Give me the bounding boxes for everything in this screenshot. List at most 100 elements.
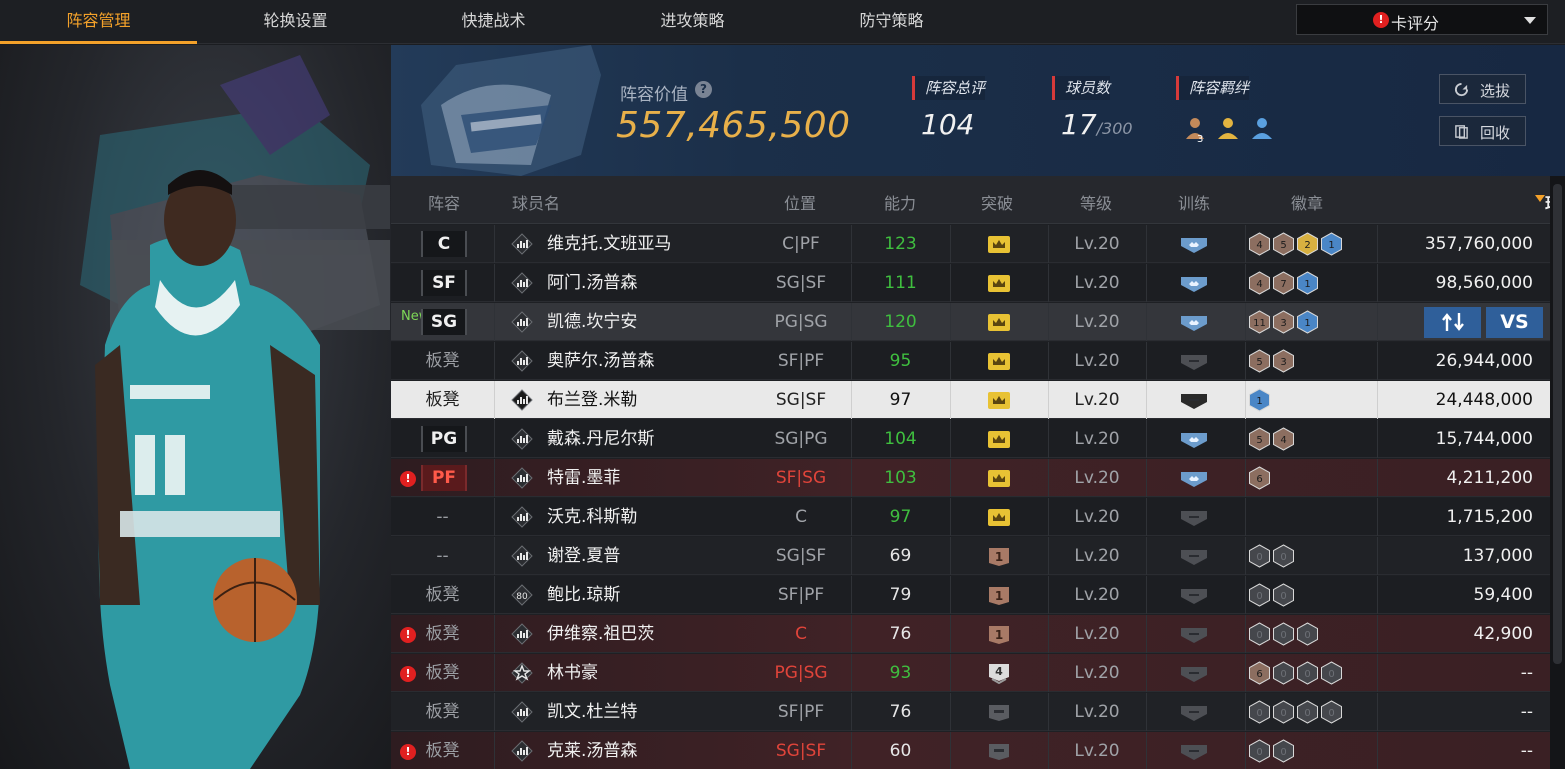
training-icon[interactable]: [1179, 312, 1209, 332]
col-position[interactable]: 位置: [784, 190, 816, 214]
lineup-slot[interactable]: 板凳: [391, 654, 494, 692]
player-name[interactable]: 阿门.汤普森: [547, 264, 637, 302]
table-row[interactable]: ! 板凳 林书豪 PG|SG 93 4 Lv.20 6 0 0 0 --: [391, 654, 1550, 692]
tab-rotation[interactable]: 轮换设置: [197, 0, 394, 44]
lineup-slot[interactable]: 板凳: [391, 615, 494, 653]
player-badge-icon[interactable]: 0: [1296, 661, 1319, 685]
player-name[interactable]: 谢登.夏普: [547, 537, 620, 575]
col-ability[interactable]: 能力: [884, 190, 916, 214]
training-icon[interactable]: [1179, 429, 1209, 449]
player-badge-icon[interactable]: 0: [1272, 622, 1295, 646]
player-name[interactable]: 凯德.坎宁安: [547, 303, 637, 341]
player-badge-icon[interactable]: 5: [1272, 232, 1295, 256]
scrollbar-thumb[interactable]: [1553, 184, 1562, 664]
player-badge-icon[interactable]: 5: [1248, 427, 1271, 451]
table-row[interactable]: 板凳 凯文.杜兰特 SF|PF 76 Lv.20 0 0 0 0 --: [391, 693, 1550, 731]
scrollbar[interactable]: [1550, 176, 1565, 769]
player-name[interactable]: 沃克.科斯勒: [547, 498, 637, 536]
player-badge-icon[interactable]: 0: [1272, 661, 1295, 685]
player-badge-icon[interactable]: 0: [1248, 544, 1271, 568]
table-row[interactable]: ! 板凳 克莱.汤普森 SG|SF 60 Lv.20 0 0 --: [391, 732, 1550, 769]
training-empty-icon[interactable]: [1179, 351, 1209, 371]
help-icon[interactable]: ?: [695, 81, 712, 98]
player-badge-icon[interactable]: 6: [1248, 661, 1271, 685]
player-badge-icon[interactable]: 1: [1320, 232, 1343, 256]
training-empty-icon[interactable]: [1179, 702, 1209, 722]
sort-dropdown[interactable]: ! 卡评分: [1296, 4, 1548, 35]
player-badge-icon[interactable]: 0: [1248, 700, 1271, 724]
col-training[interactable]: 训练: [1178, 190, 1210, 214]
player-name[interactable]: 戴森.丹尼尔斯: [547, 420, 654, 458]
player-name[interactable]: 鲍比.琼斯: [547, 576, 620, 614]
player-name[interactable]: 维克托.文班亚马: [547, 225, 671, 263]
col-breakthrough[interactable]: 突破: [981, 190, 1013, 214]
recycle-button[interactable]: 回收: [1439, 116, 1526, 146]
draft-button[interactable]: 选拔: [1439, 74, 1526, 104]
training-icon[interactable]: [1179, 234, 1209, 254]
table-row[interactable]: SF 阿门.汤普森 SG|SF 111 Lv.20 4 7 1 98,560,000: [391, 264, 1550, 302]
player-badge-icon[interactable]: 3: [1272, 310, 1295, 334]
tab-quick-tactics[interactable]: 快捷战术: [395, 0, 592, 44]
table-row[interactable]: 板凳 布兰登.米勒 SG|SF 97 Lv.20 1 24,448,000: [391, 381, 1550, 419]
player-badge-icon[interactable]: 0: [1272, 583, 1295, 607]
player-name[interactable]: 特雷.墨菲: [547, 459, 620, 497]
col-price[interactable]: 球员身价: [1453, 190, 1565, 214]
player-name[interactable]: 伊维察.祖巴茨: [547, 615, 654, 653]
player-badge-icon[interactable]: 0: [1296, 700, 1319, 724]
lineup-slot-badge[interactable]: SG: [421, 309, 467, 335]
player-badge-icon[interactable]: 7: [1272, 271, 1295, 295]
training-empty-icon[interactable]: [1179, 741, 1209, 761]
lineup-slot-badge[interactable]: PF: [421, 465, 467, 491]
col-name[interactable]: 球员名: [512, 190, 560, 214]
player-badge-icon[interactable]: 0: [1248, 739, 1271, 763]
tab-lineup[interactable]: 阵容管理: [0, 0, 197, 44]
player-badge-icon[interactable]: 0: [1272, 739, 1295, 763]
training-empty-icon[interactable]: [1179, 507, 1209, 527]
tab-offense[interactable]: 进攻策略: [594, 0, 791, 44]
training-empty-icon[interactable]: [1179, 546, 1209, 566]
player-badge-icon[interactable]: 6: [1248, 466, 1271, 490]
tab-defense[interactable]: 防守策略: [793, 0, 990, 44]
player-badge-icon[interactable]: 0: [1320, 700, 1343, 724]
player-badge-icon[interactable]: 0: [1296, 622, 1319, 646]
player-badge-icon[interactable]: 4: [1248, 232, 1271, 256]
col-level[interactable]: 等级: [1080, 190, 1112, 214]
player-name[interactable]: 布兰登.米勒: [547, 381, 637, 419]
table-row[interactable]: C 维克托.文班亚马 C|PF 123 Lv.20 4 5 2 1 357,760,00…: [391, 225, 1550, 263]
player-badge-icon[interactable]: 0: [1320, 661, 1343, 685]
player-badge-icon[interactable]: 0: [1272, 544, 1295, 568]
vs-compare-button[interactable]: VS: [1486, 307, 1543, 338]
table-row[interactable]: -- 谢登.夏普 SG|SF 69 1 Lv.20 0 0 137,000: [391, 537, 1550, 575]
swap-button[interactable]: [1424, 307, 1481, 338]
player-name[interactable]: 克莱.汤普森: [547, 732, 637, 769]
player-badge-icon[interactable]: 1: [1296, 310, 1319, 334]
lineup-slot-badge[interactable]: C: [421, 231, 467, 257]
player-badge-icon[interactable]: 1: [1248, 388, 1271, 412]
table-row[interactable]: 板凳 奥萨尔.汤普森 SF|PF 95 Lv.20 5 3 26,944,000: [391, 342, 1550, 380]
training-icon[interactable]: [1179, 273, 1209, 293]
player-badge-icon[interactable]: 2: [1296, 232, 1319, 256]
player-badge-icon[interactable]: 1: [1296, 271, 1319, 295]
player-badge-icon[interactable]: 4: [1272, 427, 1295, 451]
lineup-slot[interactable]: 板凳: [391, 381, 494, 419]
lineup-slot[interactable]: --: [391, 498, 494, 536]
col-badges[interactable]: 徽章: [1291, 190, 1323, 214]
lineup-slot[interactable]: 板凳: [391, 576, 494, 614]
player-name[interactable]: 林书豪: [547, 654, 598, 692]
training-empty-icon[interactable]: [1179, 624, 1209, 644]
table-row[interactable]: ! PF 特雷.墨菲 SF|SG 103 Lv.20 6 4,211,200: [391, 459, 1550, 497]
player-badge-icon[interactable]: 3: [1272, 349, 1295, 373]
lineup-slot-badge[interactable]: SF: [421, 270, 467, 296]
col-lineup[interactable]: 阵容: [428, 190, 460, 214]
player-badge-icon[interactable]: 0: [1248, 622, 1271, 646]
player-badge-icon[interactable]: 0: [1272, 700, 1295, 724]
table-row[interactable]: 板凳 80 鲍比.琼斯 SF|PF 79 1 Lv.20 0 0 59,400: [391, 576, 1550, 614]
player-badge-icon[interactable]: 11: [1248, 310, 1271, 334]
lineup-slot[interactable]: --: [391, 537, 494, 575]
lineup-slot[interactable]: 板凳: [391, 693, 494, 731]
table-row[interactable]: PG 戴森.丹尼尔斯 SG|PG 104 Lv.20 5 4 15,744,000: [391, 420, 1550, 458]
training-empty-icon[interactable]: [1179, 390, 1209, 410]
player-name[interactable]: 奥萨尔.汤普森: [547, 342, 654, 380]
player-badge-icon[interactable]: 0: [1248, 583, 1271, 607]
table-row[interactable]: NewSG 凯德.坎宁安PG|SG120Lv.20 11 3 16 VS: [391, 303, 1550, 341]
